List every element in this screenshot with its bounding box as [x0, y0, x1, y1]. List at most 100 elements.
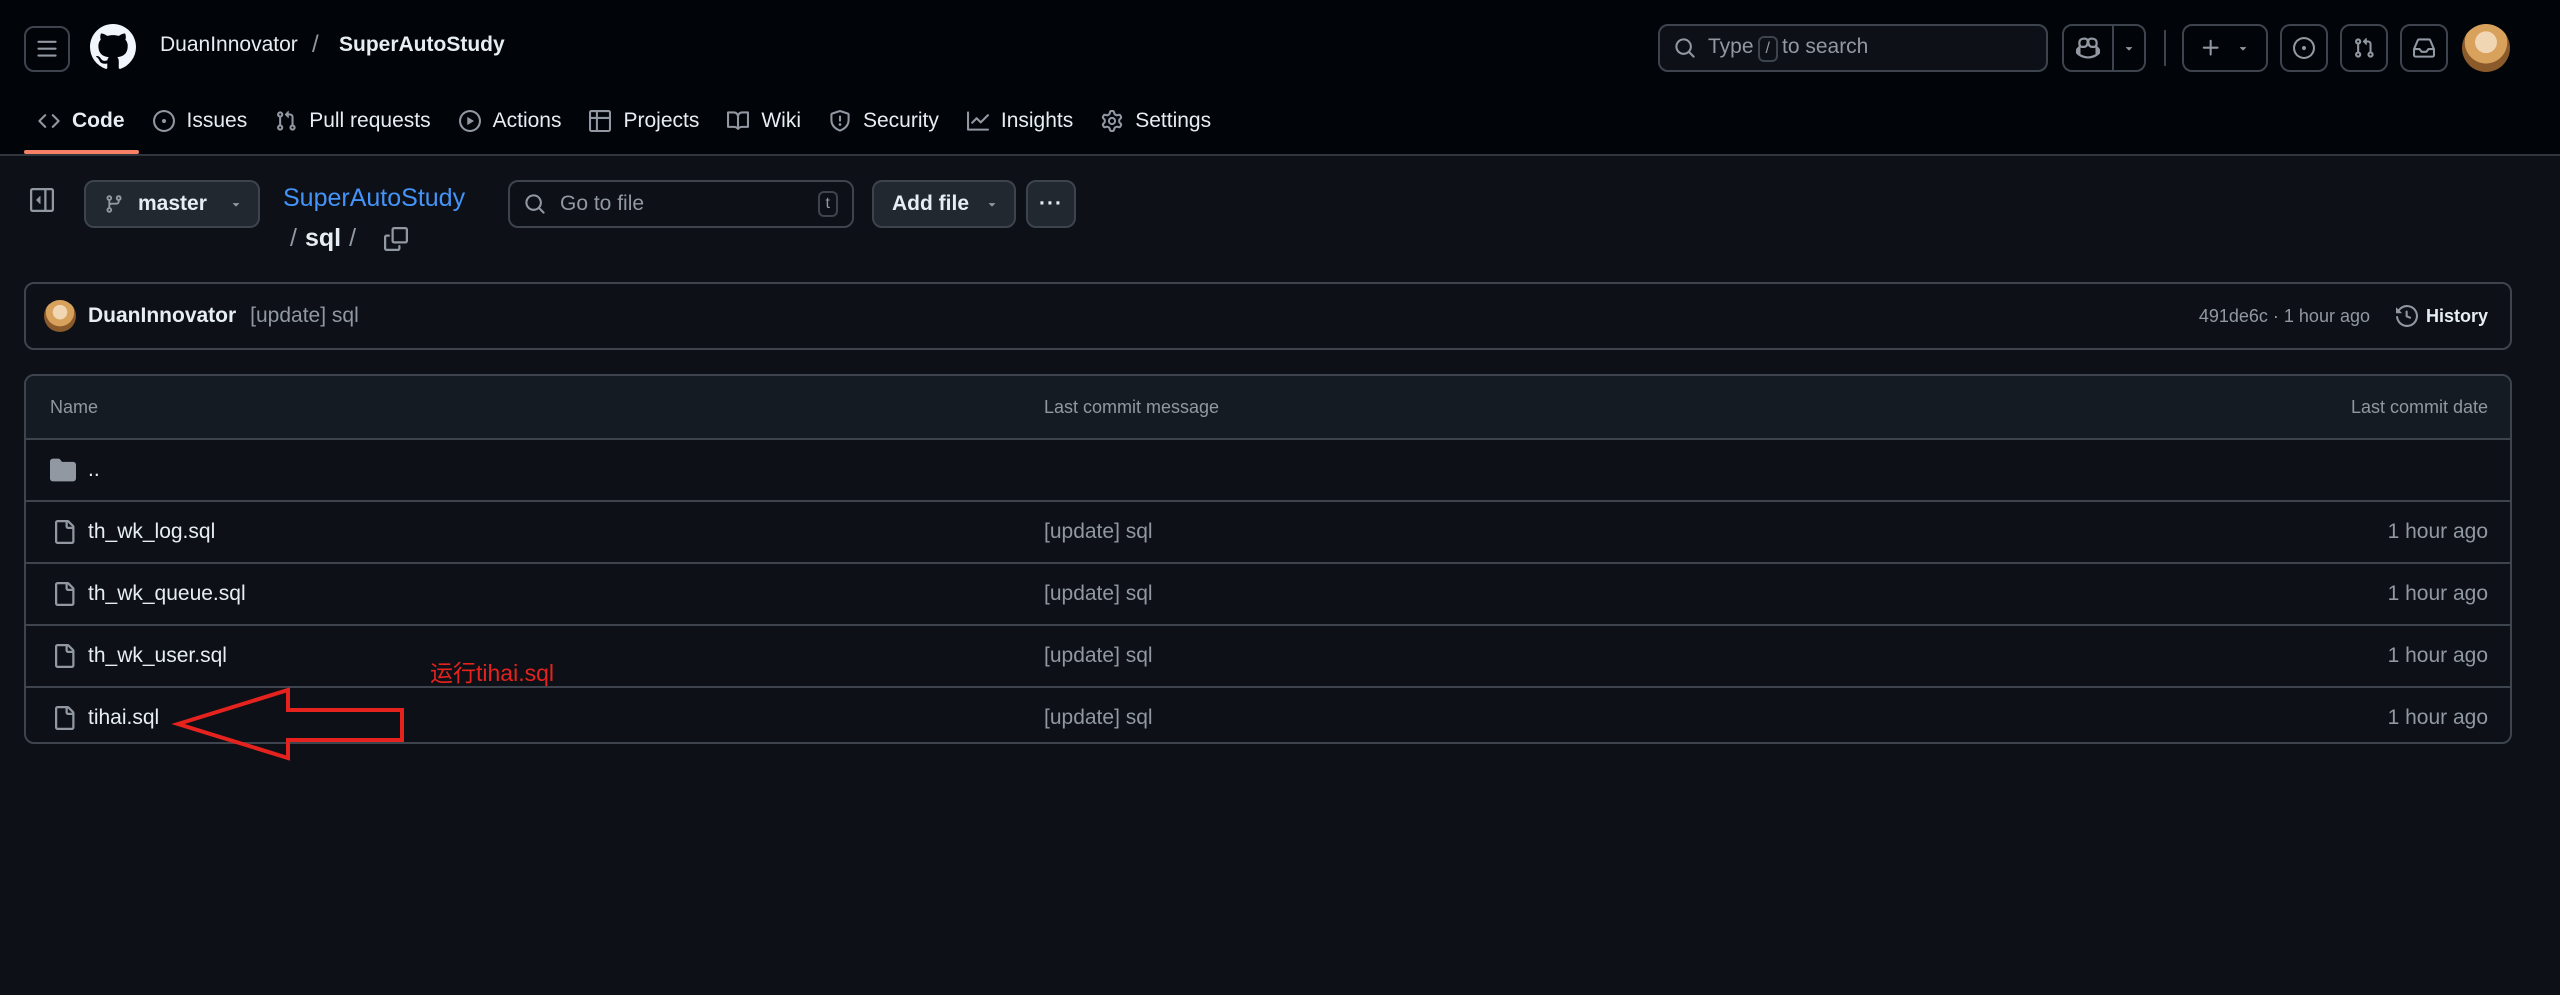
tab-code-label: Code [72, 109, 125, 132]
history-icon [2395, 305, 2418, 327]
history-label: History [2425, 305, 2488, 326]
branch-name: master [138, 192, 207, 215]
plus-icon [2202, 39, 2219, 56]
copilot-icon [2076, 37, 2100, 59]
red-arrow-annotation [171, 687, 404, 761]
graph-icon [966, 111, 989, 131]
tab-insights[interactable]: Insights [953, 96, 1087, 146]
git-branch-icon [106, 195, 122, 213]
copy-icon[interactable] [384, 226, 409, 251]
path-current-dir: sql [304, 224, 342, 252]
more-options-button[interactable]: ··· [1026, 180, 1076, 228]
shield-icon [830, 110, 850, 132]
branch-select-button[interactable]: master [84, 180, 260, 228]
breadcrumb-separator: / [312, 31, 319, 58]
book-icon [727, 111, 750, 130]
global-search-input[interactable]: Type / to search [1658, 24, 2048, 72]
file-icon [55, 644, 75, 668]
menu-button[interactable] [24, 26, 70, 72]
code-icon [38, 114, 60, 128]
commit-meta[interactable]: 491de6c · 1 hour ago [2199, 306, 2370, 327]
folder-icon [50, 458, 76, 482]
inbox-button[interactable] [2400, 24, 2448, 72]
tab-actions[interactable]: Actions [445, 96, 576, 146]
file-commit-date: 1 hour ago [2387, 520, 2488, 543]
inbox-icon [2413, 38, 2435, 58]
tab-pull-requests[interactable]: Pull requests [261, 96, 444, 146]
tab-insights-label: Insights [1000, 109, 1074, 132]
path-trailing-separator: / [349, 224, 357, 252]
file-name-link[interactable]: th_wk_user.sql [88, 644, 227, 668]
user-avatar[interactable] [2462, 24, 2510, 72]
parent-directory-row[interactable]: .. [26, 438, 2510, 500]
annotation-label: 运行tihai.sql [430, 660, 554, 686]
tab-projects[interactable]: Projects [575, 96, 713, 146]
file-commit-message[interactable]: [update] sql [1044, 644, 1153, 668]
table-row[interactable]: th_wk_user.sql [update] sql 1 hour ago [26, 624, 2510, 686]
column-name-header: Name [50, 396, 99, 417]
tab-security[interactable]: Security [815, 96, 953, 146]
create-new-button[interactable] [2182, 24, 2268, 72]
file-commit-message[interactable]: [update] sql [1044, 582, 1153, 606]
tab-code[interactable]: Code [24, 96, 139, 154]
commit-author-avatar[interactable] [44, 300, 76, 332]
search-icon [1675, 38, 1695, 58]
file-name-link[interactable]: th_wk_queue.sql [88, 582, 246, 606]
sidebar-toggle-button[interactable] [30, 188, 54, 212]
go-to-file-input[interactable]: Go to file t [508, 180, 854, 228]
top-header: DuanInnovator / SuperAutoStudy Type / to s… [0, 0, 2560, 156]
tab-pull-requests-label: Pull requests [309, 109, 431, 132]
file-commit-date: 1 hour ago [2387, 582, 2488, 605]
column-date-header: Last commit date [2350, 396, 2488, 417]
issue-opened-icon [2293, 37, 2315, 59]
breadcrumb-owner[interactable]: DuanInnovator [160, 33, 298, 57]
history-button[interactable]: History [2395, 305, 2488, 327]
search-icon [525, 194, 545, 214]
search-shortcut-key: / [1757, 35, 1778, 62]
tab-wiki-label: Wiki [761, 109, 801, 132]
chevron-down-icon [2125, 47, 2133, 51]
go-to-file-placeholder: Go to file [560, 192, 645, 215]
tab-actions-label: Actions [492, 109, 562, 132]
commit-author[interactable]: DuanInnovator [88, 304, 236, 328]
column-message-header: Last commit message [1044, 396, 1220, 417]
commit-message[interactable]: [update] sql [250, 304, 2199, 328]
file-table-header: Name Last commit message Last commit dat… [26, 376, 2510, 438]
tab-wiki[interactable]: Wiki [713, 96, 815, 146]
table-row[interactable]: th_wk_queue.sql [update] sql 1 hour ago [26, 562, 2510, 624]
git-pull-request-icon [2355, 37, 2374, 58]
tab-settings[interactable]: Settings [1087, 96, 1225, 146]
breadcrumb-repo[interactable]: SuperAutoStudy [339, 33, 505, 57]
copilot-button[interactable] [2062, 24, 2146, 72]
table-row[interactable]: th_wk_log.sql [update] sql 1 hour ago [26, 500, 2510, 562]
tab-settings-label: Settings [1135, 109, 1212, 132]
table-icon [589, 110, 612, 132]
pull-requests-button[interactable] [2340, 24, 2388, 72]
add-file-button[interactable]: Add file [872, 180, 1016, 228]
file-commit-date: 1 hour ago [2387, 644, 2488, 667]
tab-security-label: Security [863, 109, 939, 132]
file-commit-message[interactable]: [update] sql [1044, 520, 1153, 544]
file-icon [55, 706, 75, 730]
path-repo-link[interactable]: SuperAutoStudy [283, 184, 465, 213]
search-suffix: to search [1781, 34, 1869, 58]
tab-projects-label: Projects [623, 109, 700, 132]
file-name-link[interactable]: tihai.sql [88, 706, 159, 730]
repo-nav: Code Issues Pull requests Actions Projec… [24, 96, 1225, 154]
tab-issues-label: Issues [186, 109, 248, 132]
file-icon [55, 520, 75, 544]
chevron-down-icon [988, 203, 996, 207]
tab-issues[interactable]: Issues [139, 96, 262, 146]
hamburger-icon [37, 40, 57, 57]
file-name-link[interactable]: th_wk_log.sql [88, 520, 215, 544]
chevron-down-icon [2239, 47, 2247, 51]
kebab-horizontal-icon: ··· [1039, 192, 1063, 215]
add-file-label: Add file [892, 192, 969, 215]
pull-request-icon [277, 110, 296, 131]
path-breadcrumb: / sql / [290, 224, 409, 253]
latest-commit-bar: DuanInnovator [update] sql 491de6c · 1 h… [24, 282, 2512, 350]
parent-directory-link[interactable]: .. [88, 458, 100, 482]
github-logo-icon[interactable] [90, 24, 136, 70]
file-commit-message[interactable]: [update] sql [1044, 706, 1153, 730]
issues-button[interactable] [2280, 24, 2328, 72]
